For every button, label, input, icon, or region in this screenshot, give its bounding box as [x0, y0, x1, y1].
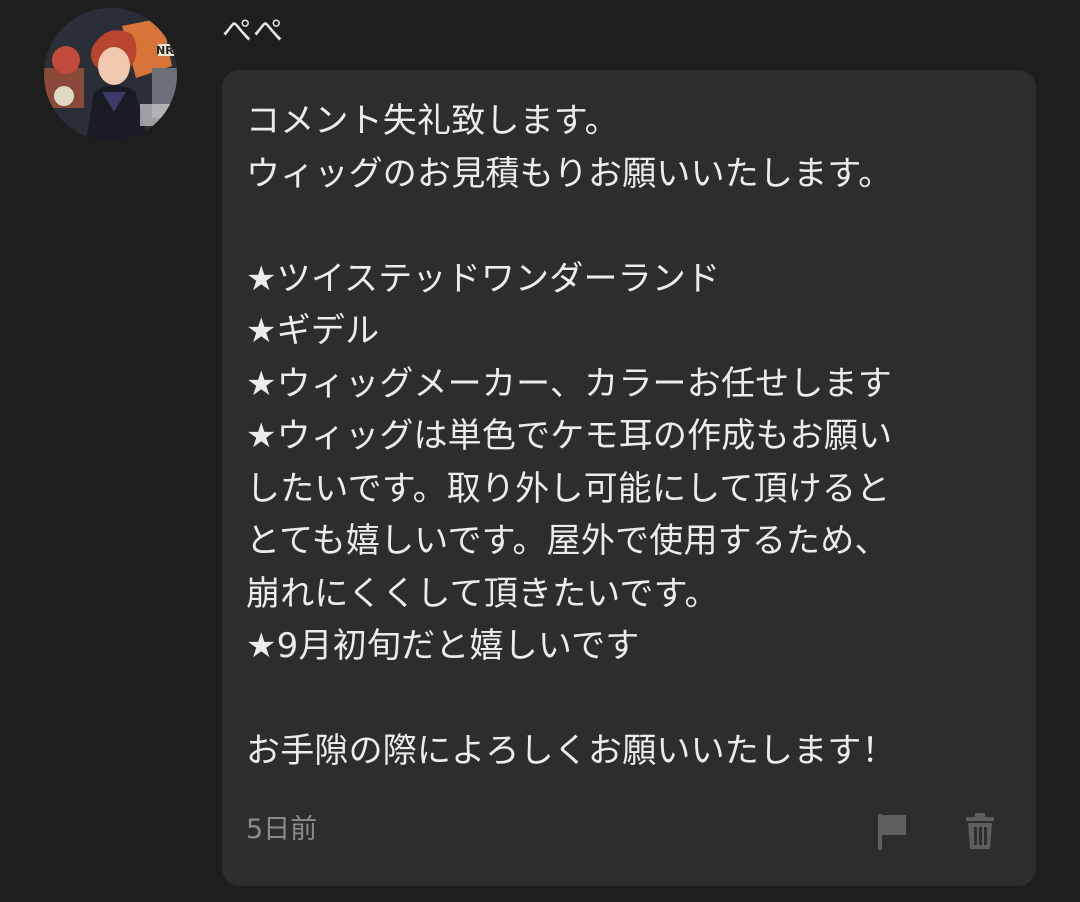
trash-icon [966, 813, 994, 849]
report-button[interactable] [870, 808, 914, 854]
comment-timestamp: 5日前 [246, 814, 318, 845]
author-name[interactable]: ぺぺ [222, 12, 284, 52]
avatar-image: NRC [44, 8, 177, 141]
comment-body: コメント失礼致します。 ウィッグのお見積もりお願いいたします。 ★ツイステッドワ… [246, 101, 896, 771]
flag-icon [878, 814, 906, 850]
delete-button[interactable] [958, 808, 1002, 854]
svg-text:NRC: NRC [156, 44, 177, 57]
author-avatar[interactable]: NRC [44, 8, 177, 141]
comment-screen: NRC ぺぺ コメント失礼致します。 ウィッグのお見積もりお願いいたします。 ★… [0, 0, 1080, 902]
